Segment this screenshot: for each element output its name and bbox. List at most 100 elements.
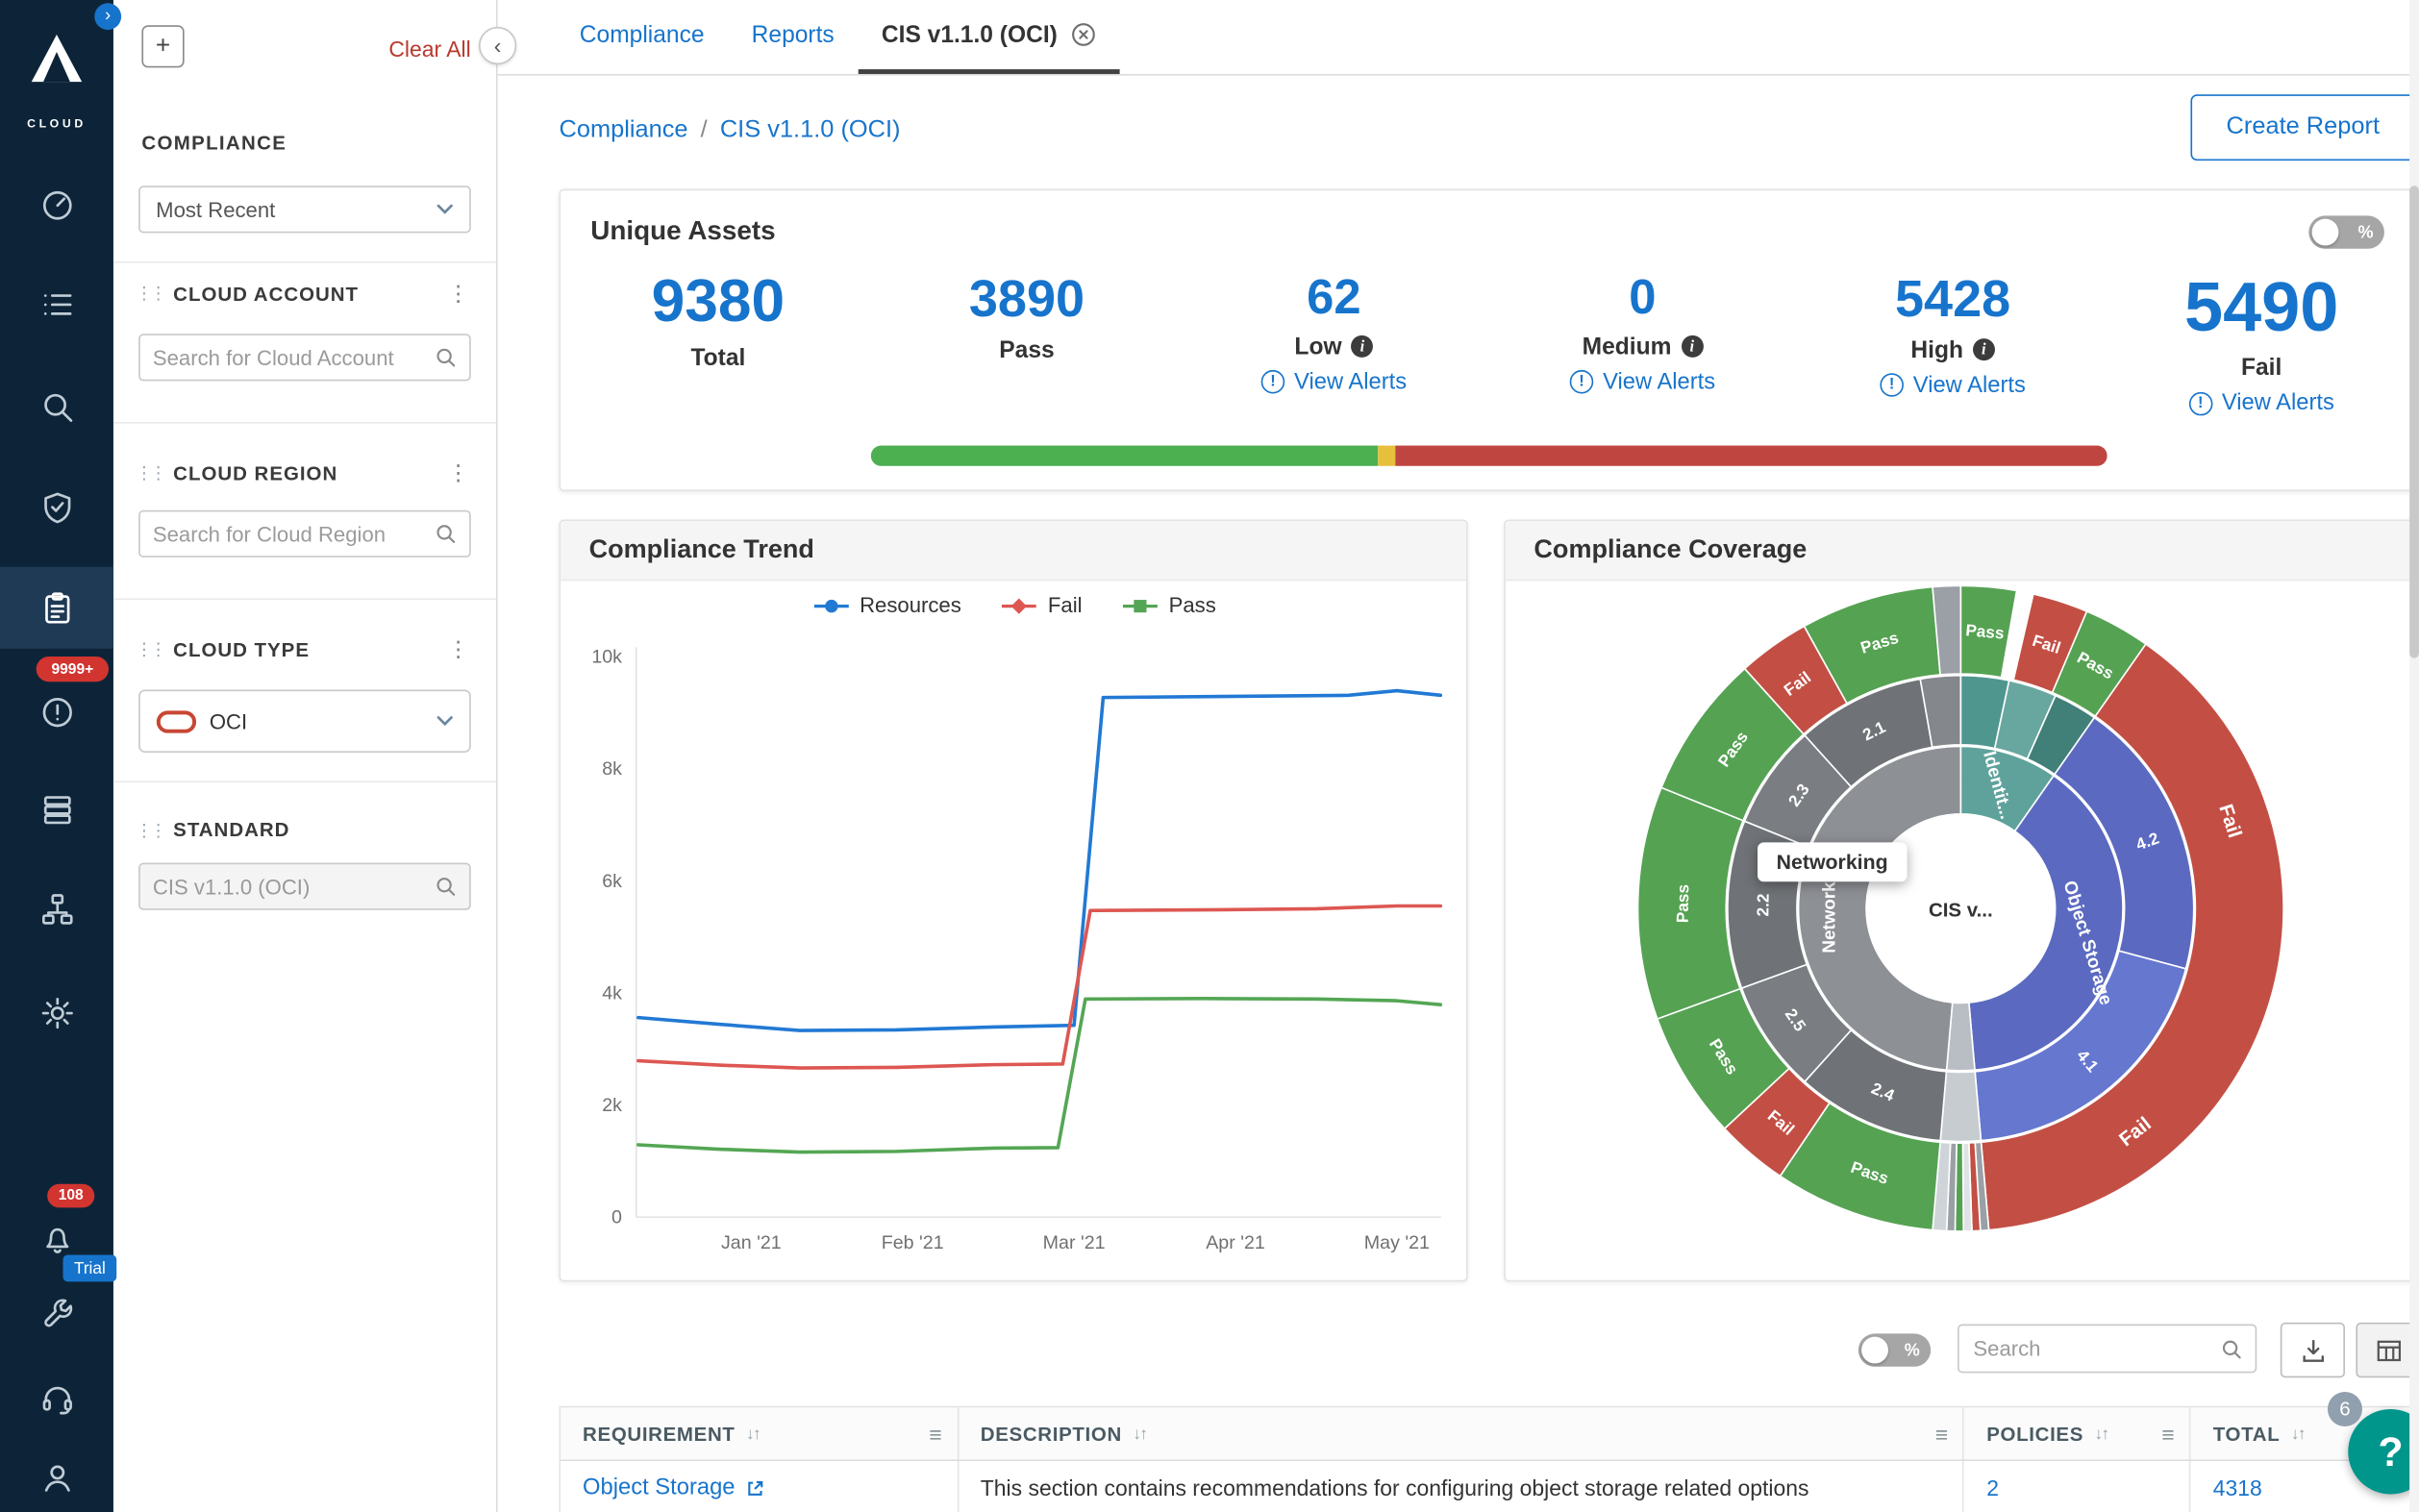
divider [113,598,496,600]
clear-all-filters[interactable]: Clear All [388,37,470,62]
sidebar-item-network[interactable] [0,891,113,928]
logo-text: CLOUD [0,116,113,131]
tab-label: CIS v1.1.0 (OCI) [882,21,1058,48]
create-report-button[interactable]: Create Report [2190,94,2416,161]
scrollbar-thumb[interactable] [2409,186,2419,657]
view-alerts-link[interactable]: View Alerts [1570,369,1715,394]
stat-value: 0 [1570,272,1715,323]
notification-dot[interactable] [94,3,121,30]
view-alerts-link[interactable]: View Alerts [1880,373,2025,398]
download-button[interactable] [2281,1323,2345,1377]
tab-compliance[interactable]: Compliance [556,0,728,74]
sort-icon[interactable] [746,1425,760,1444]
stat-label: Fail [2241,355,2282,382]
main-content: ‹ Compliance Reports CIS v1.1.0 (OCI) Co… [496,0,2419,1512]
kebab-menu-icon[interactable]: ⋮ [442,459,474,486]
view-alerts-link[interactable]: View Alerts [2184,391,2338,416]
total-count-link[interactable]: 4318 [2213,1475,2262,1500]
sidebar-item-settings[interactable] [0,995,113,1031]
info-icon[interactable] [1351,335,1373,358]
column-header-requirement[interactable]: REQUIREMENT [561,1407,959,1459]
stat-pass: 3890 Pass [969,272,1085,362]
download-icon [2299,1336,2327,1364]
chart-legend: Resources Fail Pass [561,594,1469,618]
alert-icon [2188,391,2212,415]
table-percent-toggle[interactable]: % [1858,1333,1931,1366]
divider [113,781,496,782]
sort-icon[interactable] [2291,1425,2305,1444]
drag-handle-icon[interactable]: ⋮⋮ [136,284,163,304]
search-icon [435,876,457,898]
sort-icon[interactable] [1133,1425,1146,1444]
sort-dropdown[interactable]: Most Recent [138,186,471,233]
gear-icon [38,995,75,1031]
kebab-menu-icon[interactable]: ⋮ [442,281,474,308]
legend-resources[interactable]: Resources [814,594,961,618]
legend-fail[interactable]: Fail [1002,594,1082,618]
requirement-link[interactable]: Object Storage [583,1475,765,1500]
svg-text:2k: 2k [602,1095,622,1116]
alert-icon [1261,370,1285,394]
drag-handle-icon[interactable]: ⋮⋮ [136,463,163,483]
stat-medium: 0 Medium View Alerts [1570,272,1715,394]
info-icon[interactable] [1973,338,1995,360]
drag-handle-icon[interactable]: ⋮⋮ [136,639,163,659]
standard-search-input[interactable] [140,875,435,899]
table-search-input[interactable] [1959,1337,2221,1361]
legend-pass[interactable]: Pass [1123,594,1216,618]
info-icon[interactable] [1681,335,1703,358]
sidebar-item-tools[interactable] [0,1296,113,1332]
sidebar-item-dashboard[interactable] [0,187,113,224]
requirement-label: Object Storage [583,1475,735,1500]
add-filter-button[interactable]: + [141,25,184,67]
percent-toggle[interactable]: % [2308,215,2384,248]
tab-cis-v110-oci[interactable]: CIS v1.1.0 (OCI) [858,0,1120,74]
sidebar-item-profile[interactable] [0,1459,113,1496]
svg-text:8k: 8k [602,758,622,780]
sidebar-item-search[interactable] [0,389,113,426]
tab-reports[interactable]: Reports [728,0,858,74]
sidebar-item-containers[interactable] [0,792,113,829]
legend-marker-diamond [1002,596,1036,615]
standard-search [138,863,471,910]
sidebar-item-inventory[interactable] [0,286,113,323]
svg-text:0: 0 [611,1207,622,1228]
sidebar-item-notifications[interactable] [0,1220,113,1256]
drag-handle-icon[interactable]: ⋮⋮ [136,820,163,840]
app-sidebar: CLOUD 9999+ 108 T [0,0,113,1512]
cloud-type-select[interactable]: OCI [138,689,471,753]
headset-icon [38,1381,75,1418]
trial-badge[interactable]: Trial [63,1254,117,1281]
sidebar-item-security[interactable] [0,489,113,526]
stat-value: 62 [1261,272,1407,323]
coverage-sunburst-chart[interactable]: CIS v...PassFailPassPassPassFailPassPass… [1614,562,2307,1255]
svg-text:2.2: 2.2 [1753,893,1772,916]
tab-bar: Compliance Reports CIS v1.1.0 (OCI) [496,0,2419,76]
breadcrumb-parent[interactable]: Compliance [559,116,687,144]
column-menu-icon[interactable] [929,1421,942,1446]
column-label: POLICIES [1986,1423,2083,1445]
sidebar-item-support[interactable] [0,1381,113,1418]
cloud-account-search-input[interactable] [140,346,435,370]
stat-total: 9380 Total [652,272,785,371]
sort-icon[interactable] [2095,1425,2108,1444]
kebab-menu-icon[interactable]: ⋮ [442,636,474,663]
filter-group-label: STANDARD [173,819,289,841]
column-header-description[interactable]: DESCRIPTION [959,1407,1964,1459]
column-menu-icon[interactable] [1935,1421,1949,1446]
sidebar-item-compliance[interactable] [0,567,113,649]
column-header-policies[interactable]: POLICIES [1964,1407,2191,1459]
sidebar-item-alerts[interactable] [0,694,113,731]
column-menu-icon[interactable] [2161,1421,2175,1446]
filter-group-cloud-region: ⋮⋮ CLOUD REGION ⋮ [136,459,474,486]
policies-count-link[interactable]: 2 [1986,1475,1999,1500]
view-alerts-link[interactable]: View Alerts [1261,369,1407,394]
close-tab-icon[interactable] [1072,22,1097,47]
app-logo[interactable] [0,32,113,86]
collapse-panel-button[interactable]: ‹ [479,27,516,64]
sunburst-tooltip: Networking [1758,842,1907,881]
cloud-region-search-input[interactable] [140,522,435,546]
search-icon [38,389,75,426]
svg-text:Pass: Pass [1965,620,2006,642]
stat-value: 3890 [969,272,1085,327]
